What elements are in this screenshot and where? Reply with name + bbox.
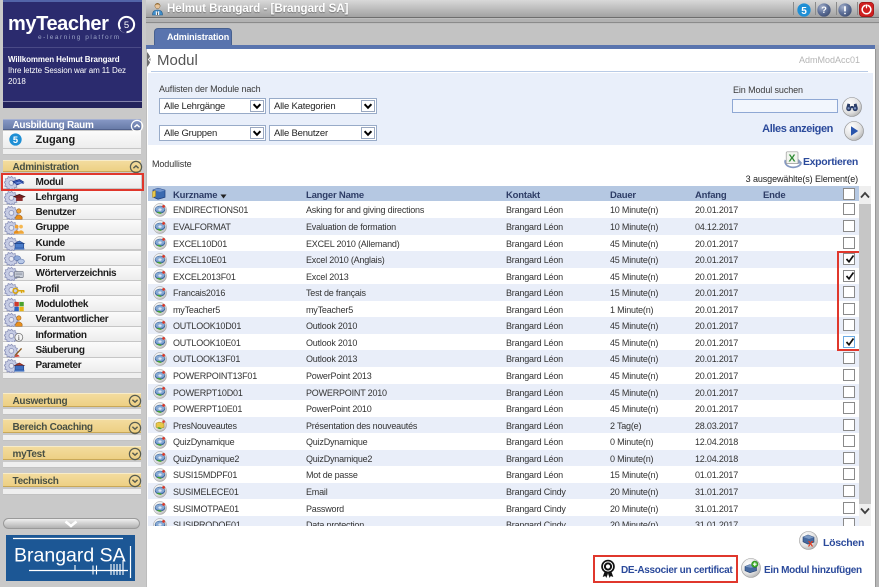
svg-text:5: 5 (801, 5, 807, 16)
svg-text:x: x (808, 538, 814, 549)
svg-text:Brangard SA: Brangard SA (14, 544, 126, 566)
svg-text:5: 5 (124, 20, 129, 31)
svg-text:i: i (18, 334, 20, 342)
svg-text:5: 5 (12, 135, 17, 145)
svg-text:?: ? (821, 5, 827, 15)
